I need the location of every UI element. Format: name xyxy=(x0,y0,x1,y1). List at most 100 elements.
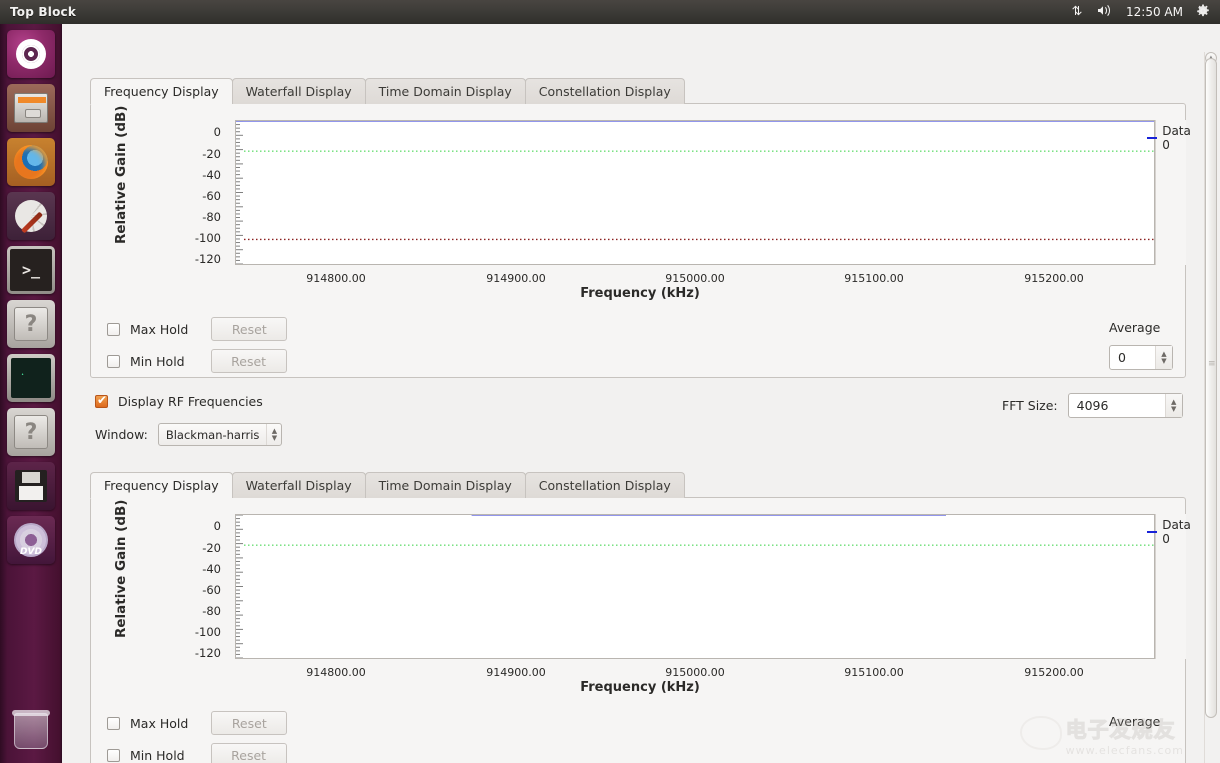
min-hold-reset-button-bottom[interactable]: Reset xyxy=(211,743,287,763)
window-value: Blackman-harris xyxy=(159,428,267,442)
launcher-item-help[interactable]: ? xyxy=(7,300,55,348)
average-spinbox-top[interactable]: 0 ▲▼ xyxy=(1109,345,1173,370)
y-tick-20-top: -20 xyxy=(187,147,221,161)
max-hold-label-top: Max Hold xyxy=(130,322,188,337)
launcher-item-terminal[interactable]: >_ xyxy=(7,246,55,294)
x-tick-4-top: 915200.00 xyxy=(1009,272,1099,285)
launcher-item-dvd[interactable]: DVD xyxy=(7,516,55,564)
legend-item-data0-top[interactable]: Data 0 xyxy=(1139,124,1194,152)
max-hold-reset-button-bottom[interactable]: Reset xyxy=(211,711,287,735)
display-rf-frequencies-checkbox[interactable] xyxy=(95,395,108,408)
x-tick-3-bottom: 915100.00 xyxy=(829,666,919,679)
tab-constellation-display-bottom[interactable]: Constellation Display xyxy=(525,472,685,498)
window-title: Top Block xyxy=(10,5,76,19)
launcher-item-files[interactable] xyxy=(7,84,55,132)
window-label: Window: xyxy=(95,427,148,442)
indicator-tray: 12:50 AM xyxy=(1071,4,1210,21)
fft-size-value: 4096 xyxy=(1069,398,1165,413)
legend-label: Data 0 xyxy=(1162,124,1193,152)
launcher-item-firefox[interactable] xyxy=(7,138,55,186)
y-tick-120-top: -120 xyxy=(181,252,221,266)
spectrum-trace-top xyxy=(236,121,1154,264)
scrollbar-thumb[interactable] xyxy=(1205,58,1217,718)
launcher-item-trash[interactable] xyxy=(7,707,55,755)
dvd-icon: DVD xyxy=(14,523,48,557)
min-hold-checkbox-top[interactable] xyxy=(107,355,120,368)
max-hold-row-top: Max Hold Reset xyxy=(107,317,287,341)
x-tick-0-bottom: 914800.00 xyxy=(291,666,381,679)
legend-item-data0-bottom[interactable]: Data 0 xyxy=(1139,518,1194,546)
ubuntu-dash-icon xyxy=(16,39,46,69)
trash-icon xyxy=(14,713,48,749)
system-settings-icon xyxy=(15,200,47,232)
average-label-top: Average xyxy=(1109,320,1160,335)
spectrum-plot-top[interactable] xyxy=(235,120,1155,265)
tab-constellation-display-top[interactable]: Constellation Display xyxy=(525,78,685,104)
y-tick-80-bottom: -80 xyxy=(187,604,221,618)
window-stepper[interactable]: ▲▼ xyxy=(266,424,281,445)
clock[interactable]: 12:50 AM xyxy=(1126,5,1183,19)
min-hold-label-bottom: Min Hold xyxy=(130,748,185,763)
help-icon: ? xyxy=(14,307,48,341)
volume-indicator-icon[interactable] xyxy=(1097,4,1113,20)
fft-size-stepper[interactable]: ▲▼ xyxy=(1165,394,1182,417)
y-tick-80-top: -80 xyxy=(187,210,221,224)
max-hold-row-bottom: Max Hold Reset xyxy=(107,711,287,735)
network-indicator-icon[interactable] xyxy=(1071,4,1084,20)
tab-time-domain-display-bottom[interactable]: Time Domain Display xyxy=(365,472,526,498)
launcher-item-system-monitor[interactable] xyxy=(7,354,55,402)
y-tick-20-bottom: -20 xyxy=(187,541,221,555)
x-tick-2-bottom: 915000.00 xyxy=(650,666,740,679)
spectrum-plot-bottom[interactable] xyxy=(235,514,1155,659)
y-tick-60-top: -60 xyxy=(187,189,221,203)
average-value-top: 0 xyxy=(1110,350,1155,365)
max-hold-checkbox-bottom[interactable] xyxy=(107,717,120,730)
tab-waterfall-display-top[interactable]: Waterfall Display xyxy=(232,78,366,104)
max-hold-label-bottom: Max Hold xyxy=(130,716,188,731)
tab-frequency-display-bottom[interactable]: Frequency Display xyxy=(90,472,233,498)
y-tick-40-top: -40 xyxy=(187,168,221,182)
launcher-item-ubuntu-dash[interactable] xyxy=(7,30,55,78)
display-rf-frequencies-label: Display RF Frequencies xyxy=(118,394,263,409)
floppy-disk-icon xyxy=(15,470,47,502)
launcher-item-help-2[interactable]: ? xyxy=(7,408,55,456)
vertical-scrollbar[interactable]: ▲ xyxy=(1204,52,1218,763)
tabbar-top: Frequency Display Waterfall Display Time… xyxy=(90,78,684,104)
legend-line-icon xyxy=(1147,531,1157,533)
max-hold-checkbox-top[interactable] xyxy=(107,323,120,336)
legend-line-icon xyxy=(1147,137,1157,139)
min-hold-row-top: Min Hold Reset xyxy=(107,349,287,373)
firefox-icon xyxy=(14,145,48,179)
window-combobox[interactable]: Blackman-harris ▲▼ xyxy=(158,423,283,446)
x-tick-2-top: 915000.00 xyxy=(650,272,740,285)
x-tick-0-top: 914800.00 xyxy=(291,272,381,285)
gear-icon[interactable] xyxy=(1196,4,1210,21)
x-tick-1-top: 914900.00 xyxy=(471,272,561,285)
tab-waterfall-display-bottom[interactable]: Waterfall Display xyxy=(232,472,366,498)
display-rf-row: Display RF Frequencies xyxy=(95,394,263,409)
spectrum-trace-bottom xyxy=(236,515,1154,658)
fft-size-label: FFT Size: xyxy=(1002,398,1058,413)
min-hold-reset-button-top[interactable]: Reset xyxy=(211,349,287,373)
fft-size-spinbox[interactable]: 4096 ▲▼ xyxy=(1068,393,1183,418)
x-axis-label-top: Frequency (kHz) xyxy=(550,286,730,301)
tab-frequency-display-top[interactable]: Frequency Display xyxy=(90,78,233,104)
y-tick-120-bottom: -120 xyxy=(181,646,221,660)
x-axis-label-bottom: Frequency (kHz) xyxy=(550,680,730,695)
average-stepper-top[interactable]: ▲▼ xyxy=(1155,346,1172,369)
min-hold-label-top: Min Hold xyxy=(130,354,185,369)
min-hold-checkbox-bottom[interactable] xyxy=(107,749,120,762)
legend-label: Data 0 xyxy=(1162,518,1193,546)
frequency-display-panel-top: Relative Gain (dB) 0 -20 -40 -60 -80 -10… xyxy=(90,103,1186,378)
max-hold-reset-button-top[interactable]: Reset xyxy=(211,317,287,341)
launcher-item-system-settings[interactable] xyxy=(7,192,55,240)
x-tick-1-bottom: 914900.00 xyxy=(471,666,561,679)
file-manager-icon xyxy=(14,93,48,123)
tab-time-domain-display-top[interactable]: Time Domain Display xyxy=(365,78,526,104)
tabbar-bottom: Frequency Display Waterfall Display Time… xyxy=(90,472,684,498)
y-tick-40-bottom: -40 xyxy=(187,562,221,576)
fft-size-row: FFT Size: 4096 ▲▼ xyxy=(1002,393,1183,418)
launcher-item-workspace[interactable] xyxy=(7,462,55,510)
y-tick-100-bottom: -100 xyxy=(181,625,221,639)
y-tick-0-bottom: 0 xyxy=(187,519,221,533)
